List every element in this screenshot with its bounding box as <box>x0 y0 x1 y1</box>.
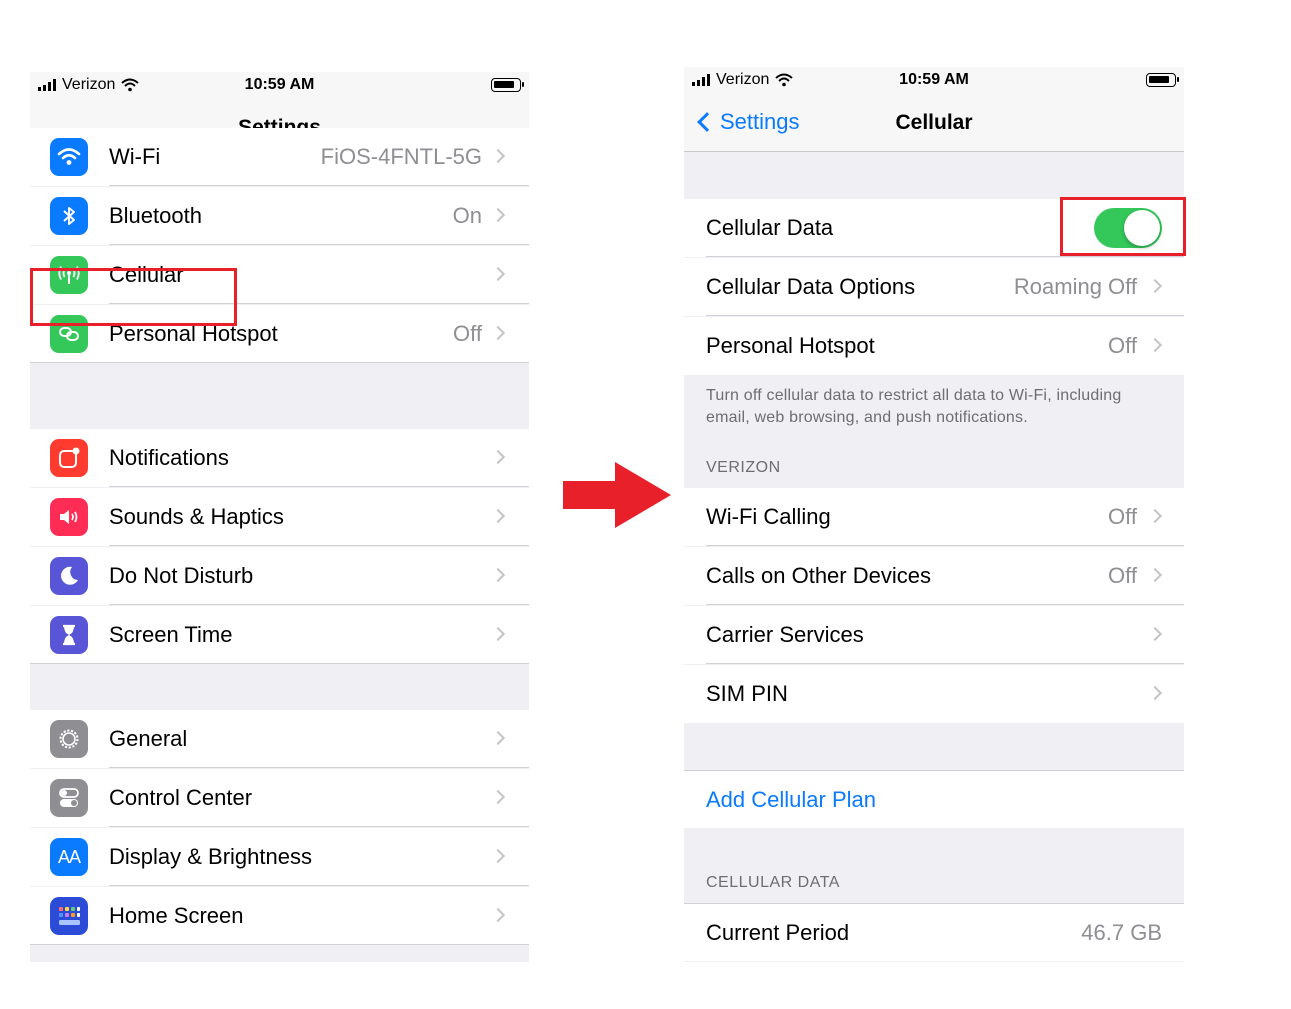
chevron-right-icon <box>1147 278 1163 294</box>
chevron-right-icon <box>490 148 506 164</box>
carrier-services-row[interactable]: Carrier Services <box>684 606 1184 664</box>
speaker-icon <box>50 498 88 536</box>
cellular-data-note: Turn off cellular data to restrict all d… <box>706 387 1122 426</box>
cellular-screen: Verizon 10:59 AM Settings Cellular Cellu… <box>684 67 1184 962</box>
chevron-right-icon <box>490 907 506 923</box>
hotspot-link-icon <box>50 315 88 353</box>
cellular-data-toggle[interactable] <box>1094 208 1162 248</box>
settings-row-personal-hotspot[interactable]: Personal Hotspot Off <box>30 305 529 363</box>
chevron-right-icon <box>490 789 506 805</box>
status-time: 10:59 AM <box>899 71 969 88</box>
page-title: Cellular <box>895 111 973 134</box>
personal-hotspot-row[interactable]: Personal Hotspot Off <box>684 317 1184 375</box>
gear-icon <box>50 720 88 758</box>
chevron-right-icon <box>490 449 506 465</box>
hourglass-icon <box>50 616 88 654</box>
chevron-right-icon <box>1147 508 1163 524</box>
row-label: SIM PIN <box>706 681 788 706</box>
row-label: Wi-Fi <box>109 144 161 169</box>
toggles-icon <box>50 779 88 817</box>
row-value: Off <box>1108 504 1137 529</box>
chevron-right-icon <box>490 730 506 746</box>
battery-icon <box>1146 73 1179 87</box>
bluetooth-icon <box>50 197 88 235</box>
sim-pin-row[interactable]: SIM PIN <box>684 665 1184 723</box>
settings-row-cellular[interactable]: Cellular <box>30 246 529 304</box>
settings-screen: Verizon 10:59 AM Settings Wi-FiFiOS-4FNT… <box>30 72 529 962</box>
row-label: Bluetooth <box>109 203 202 228</box>
text-size-icon: AA <box>50 838 88 876</box>
settings-row-sounds-haptics[interactable]: Sounds & Haptics <box>30 488 529 546</box>
settings-row-general[interactable]: General <box>30 710 529 768</box>
row-label: Calls on Other Devices <box>706 563 931 588</box>
status-bar: Verizon 10:59 AM <box>684 67 1184 95</box>
notifications-icon <box>50 439 88 477</box>
chevron-right-icon <box>490 848 506 864</box>
antenna-icon <box>50 256 88 294</box>
row-value: Roaming Off <box>1013 274 1137 299</box>
add-cellular-plan-link[interactable]: Add Cellular Plan <box>706 787 876 813</box>
row-value: On <box>452 203 482 228</box>
row-label: Carrier Services <box>706 622 864 647</box>
settings-row-bluetooth[interactable]: Bluetooth On <box>30 187 529 245</box>
chevron-right-icon <box>490 567 506 583</box>
row-label: Cellular <box>109 262 184 287</box>
row-label: Cellular Data Options <box>706 274 916 299</box>
row-label: Sounds & Haptics <box>109 504 284 529</box>
calls-other-devices-row[interactable]: Calls on Other Devices Off <box>684 547 1184 605</box>
chevron-right-icon <box>1147 685 1163 701</box>
settings-row-home-screen[interactable]: Home Screen <box>30 887 529 945</box>
chevron-right-icon <box>490 266 506 282</box>
row-value: FiOS-4FNTL-5G <box>320 144 482 169</box>
row-label: Home Screen <box>109 903 244 928</box>
app-grid-icon <box>50 897 88 935</box>
wifi-calling-row[interactable]: Wi-Fi Calling Off <box>684 488 1184 546</box>
settings-row-control-center[interactable]: Control Center <box>30 769 529 827</box>
section-header-cellular-data: CELLULAR DATA <box>706 874 840 891</box>
row-label: Personal Hotspot <box>109 321 278 346</box>
settings-row-wi-fi[interactable]: Wi-Fi FiOS-4FNTL-5G <box>30 128 529 186</box>
chevron-right-icon <box>490 325 506 341</box>
settings-row-do-not-disturb[interactable]: Do Not Disturb <box>30 547 529 605</box>
chevron-right-icon <box>490 207 506 223</box>
row-value: Off <box>1108 333 1137 358</box>
row-value: Off <box>453 321 482 346</box>
settings-row-notifications[interactable]: Notifications <box>30 429 529 487</box>
row-value: 46.7 GB <box>1081 920 1162 945</box>
section-header-verizon: VERIZON <box>706 459 781 476</box>
settings-row-screen-time[interactable]: Screen Time <box>30 606 529 664</box>
chevron-right-icon <box>490 626 506 642</box>
status-bar: Verizon 10:59 AM <box>30 72 529 100</box>
row-label: Display & Brightness <box>109 844 312 869</box>
nav-bar: Settings Cellular <box>684 95 1184 152</box>
status-time: 10:59 AM <box>244 76 315 93</box>
chevron-right-icon <box>1147 567 1163 583</box>
row-label: Do Not Disturb <box>109 563 254 588</box>
row-label: Current Period <box>706 920 850 945</box>
row-label: General <box>109 726 188 751</box>
cellular-data-row: Cellular Data <box>684 199 1184 257</box>
row-label: Notifications <box>109 445 229 470</box>
wifi-icon <box>50 138 88 176</box>
chevron-right-icon <box>1147 337 1163 353</box>
row-value: Off <box>1108 563 1137 588</box>
arrow-right-icon <box>563 462 671 528</box>
moon-icon <box>50 557 88 595</box>
row-label: Wi-Fi Calling <box>706 504 831 529</box>
cellular-data-options-row[interactable]: Cellular Data Options Roaming Off <box>684 258 1184 316</box>
row-label: Cellular Data <box>706 215 834 240</box>
chevron-right-icon <box>490 508 506 524</box>
row-label: Control Center <box>109 785 253 810</box>
chevron-right-icon <box>1147 626 1163 642</box>
row-label: Personal Hotspot <box>706 333 875 358</box>
add-cellular-plan-row[interactable]: Add Cellular Plan <box>684 770 1184 828</box>
row-label: Screen Time <box>109 622 233 647</box>
current-period-row: Current Period 46.7 GB <box>684 903 1184 961</box>
battery-icon <box>491 78 524 92</box>
settings-row-display-brightness[interactable]: AA Display & Brightness <box>30 828 529 886</box>
toggle-knob <box>1124 210 1160 246</box>
